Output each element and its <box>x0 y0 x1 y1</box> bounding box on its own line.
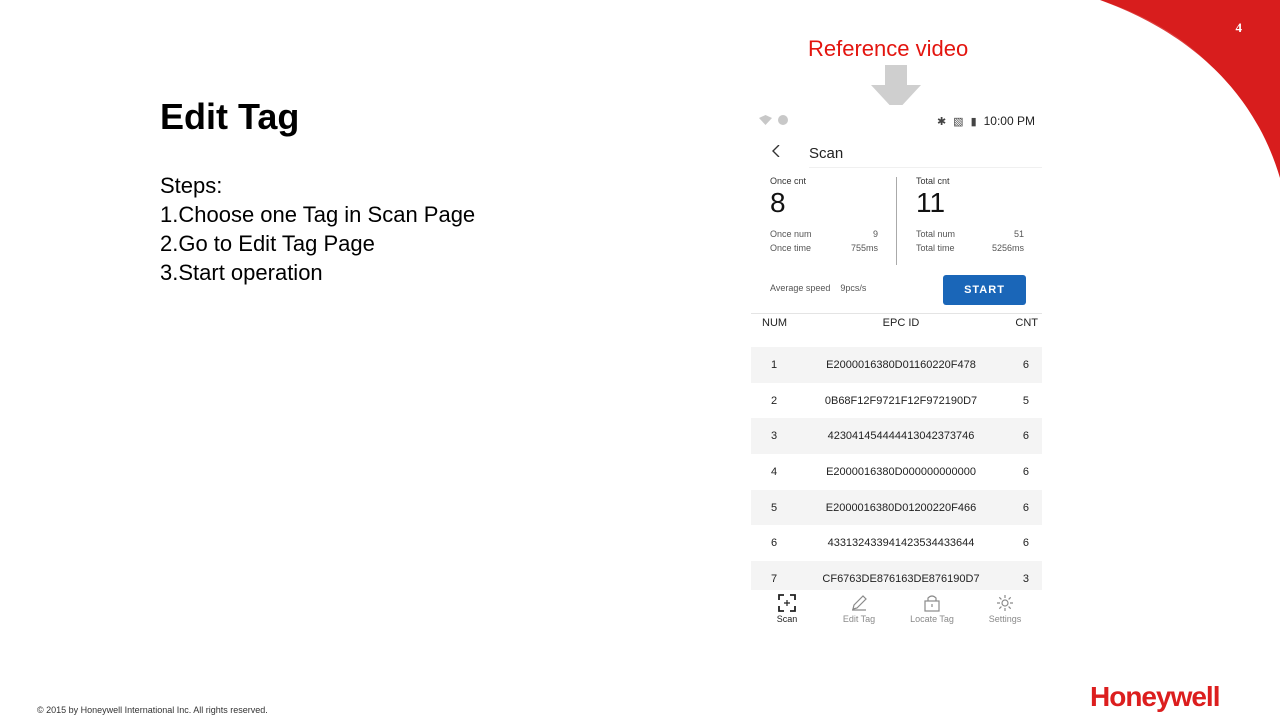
average-speed-label: Average speed <box>770 283 831 293</box>
row-cnt: 6 <box>1022 430 1029 443</box>
stats-divider <box>896 177 897 265</box>
row-epc: E2000016380D01200220F466 <box>825 501 977 514</box>
once-num-label: Once num <box>770 229 812 239</box>
row-num: 1 <box>771 359 778 371</box>
phone-screenshot: ✱ ▧ ▮ 10:00 PM Scan Once cnt 8 Once num … <box>751 105 1042 630</box>
slide-number: 4 <box>1235 20 1243 35</box>
row-cnt: 3 <box>1022 573 1029 586</box>
slide-title: Edit Tag <box>160 96 300 137</box>
no-sim-icon: ▧ <box>953 115 964 128</box>
row-cnt: 5 <box>1022 394 1029 407</box>
status-time: 10:00 PM <box>983 114 1035 128</box>
tag-table: 1 E2000016380D01160220F478 6 2 0B68F12F9… <box>751 347 1042 597</box>
table-row[interactable]: 1 E2000016380D01160220F478 6 <box>751 347 1042 383</box>
step-item: 1.Choose one Tag in Scan Page <box>160 202 476 227</box>
battery-icon: ▮ <box>970 115 977 128</box>
once-num-value: 9 <box>872 229 878 239</box>
steps-heading: Steps: <box>160 173 223 198</box>
scan-icon <box>778 594 796 612</box>
status-bar: ✱ ▧ ▮ 10:00 PM <box>751 105 1042 137</box>
once-cnt-label: Once cnt <box>770 176 807 186</box>
cnt-column-header: CNT <box>1015 317 1038 329</box>
app-bar: Scan <box>751 139 1042 169</box>
table-divider <box>751 313 1042 314</box>
once-time-label: Once time <box>770 243 812 253</box>
once-stats: Once cnt 8 Once num 9 Once time 755ms <box>770 171 878 255</box>
nav-scan-label: Scan <box>776 614 798 624</box>
wifi-icon <box>759 115 772 125</box>
nav-settings-label: Settings <box>988 614 1022 624</box>
start-button[interactable]: START <box>943 275 1026 305</box>
row-epc: 423041454444413042373746 <box>827 430 975 443</box>
row-cnt: 6 <box>1022 501 1029 514</box>
honeywell-logo: Honeywell <box>1090 681 1220 712</box>
row-num: 2 <box>771 394 778 407</box>
total-stats: Total cnt 11 Total num 51 Total time 525… <box>916 171 1024 255</box>
screen-title: Scan <box>809 145 844 162</box>
table-row[interactable]: 4 E2000016380D000000000000 6 <box>751 454 1042 490</box>
row-epc: 0B68F12F9721F12F972190D7 <box>824 394 978 407</box>
total-num-value: 51 <box>1013 229 1024 239</box>
notification-dot-icon <box>778 115 788 125</box>
gear-icon <box>997 595 1013 611</box>
total-time-label: Total time <box>916 243 955 253</box>
once-cnt-value: 8 <box>770 187 786 218</box>
steps-list: Steps: 1.Choose one Tag in Scan Page 2.G… <box>160 171 475 287</box>
nav-locate-tag[interactable]: Locate Tag <box>896 594 968 624</box>
epc-column-header: EPC ID <box>882 317 920 329</box>
bottom-navigation: Scan Edit Tag Locate Tag Settings <box>751 590 1042 630</box>
row-num: 6 <box>771 537 778 550</box>
nav-settings[interactable]: Settings <box>969 594 1041 624</box>
lock-icon <box>924 595 940 612</box>
step-item: 2.Go to Edit Tag Page <box>160 231 375 256</box>
table-row[interactable]: 6 433132433941423534433644 6 <box>751 525 1042 561</box>
row-epc: E2000016380D01160220F478 <box>826 359 976 371</box>
total-cnt-value: 11 <box>916 187 946 218</box>
average-speed-value: 9pcs/s <box>840 283 867 293</box>
row-cnt: 6 <box>1022 466 1029 479</box>
total-time-value: 5256ms <box>991 243 1024 253</box>
nav-scan[interactable]: Scan <box>751 594 823 624</box>
pencil-icon <box>852 595 867 611</box>
nav-edit-tag-label: Edit Tag <box>842 614 876 624</box>
row-cnt: 6 <box>1022 537 1029 550</box>
reference-video-label: Reference video <box>808 36 969 61</box>
row-num: 3 <box>771 430 778 443</box>
row-epc: 433132433941423534433644 <box>827 537 975 550</box>
copyright-notice: © 2015 by Honeywell International Inc. A… <box>37 705 268 715</box>
table-row[interactable]: 3 423041454444413042373746 6 <box>751 418 1042 455</box>
nav-locate-tag-label: Locate Tag <box>910 614 954 624</box>
app-bar-divider <box>809 167 1042 168</box>
corner-swoosh-decoration <box>1080 0 1280 180</box>
num-column-header: NUM <box>762 317 788 329</box>
row-epc: E2000016380D000000000000 <box>826 466 976 479</box>
nav-edit-tag[interactable]: Edit Tag <box>823 594 895 624</box>
table-row[interactable]: 5 E2000016380D01200220F466 6 <box>751 489 1042 526</box>
once-time-value: 755ms <box>850 243 878 253</box>
back-arrow-icon[interactable] <box>771 145 781 157</box>
average-speed-row: Average speed 9pcs/s <box>770 283 866 293</box>
row-cnt: 6 <box>1022 359 1029 371</box>
scan-stats-panel: Once cnt 8 Once num 9 Once time 755ms To… <box>751 171 1042 271</box>
row-num: 4 <box>771 466 778 479</box>
step-item: 3.Start operation <box>160 260 323 285</box>
table-header: NUM EPC ID CNT <box>751 317 1042 343</box>
bluetooth-icon: ✱ <box>936 115 947 128</box>
total-cnt-label: Total cnt <box>916 176 950 186</box>
row-num: 7 <box>771 573 778 586</box>
total-num-label: Total num <box>916 229 956 239</box>
table-row[interactable]: 2 0B68F12F9721F12F972190D7 5 <box>751 383 1042 419</box>
row-num: 5 <box>771 501 778 514</box>
row-epc: CF6763DE876163DE876190D7 <box>822 573 980 586</box>
